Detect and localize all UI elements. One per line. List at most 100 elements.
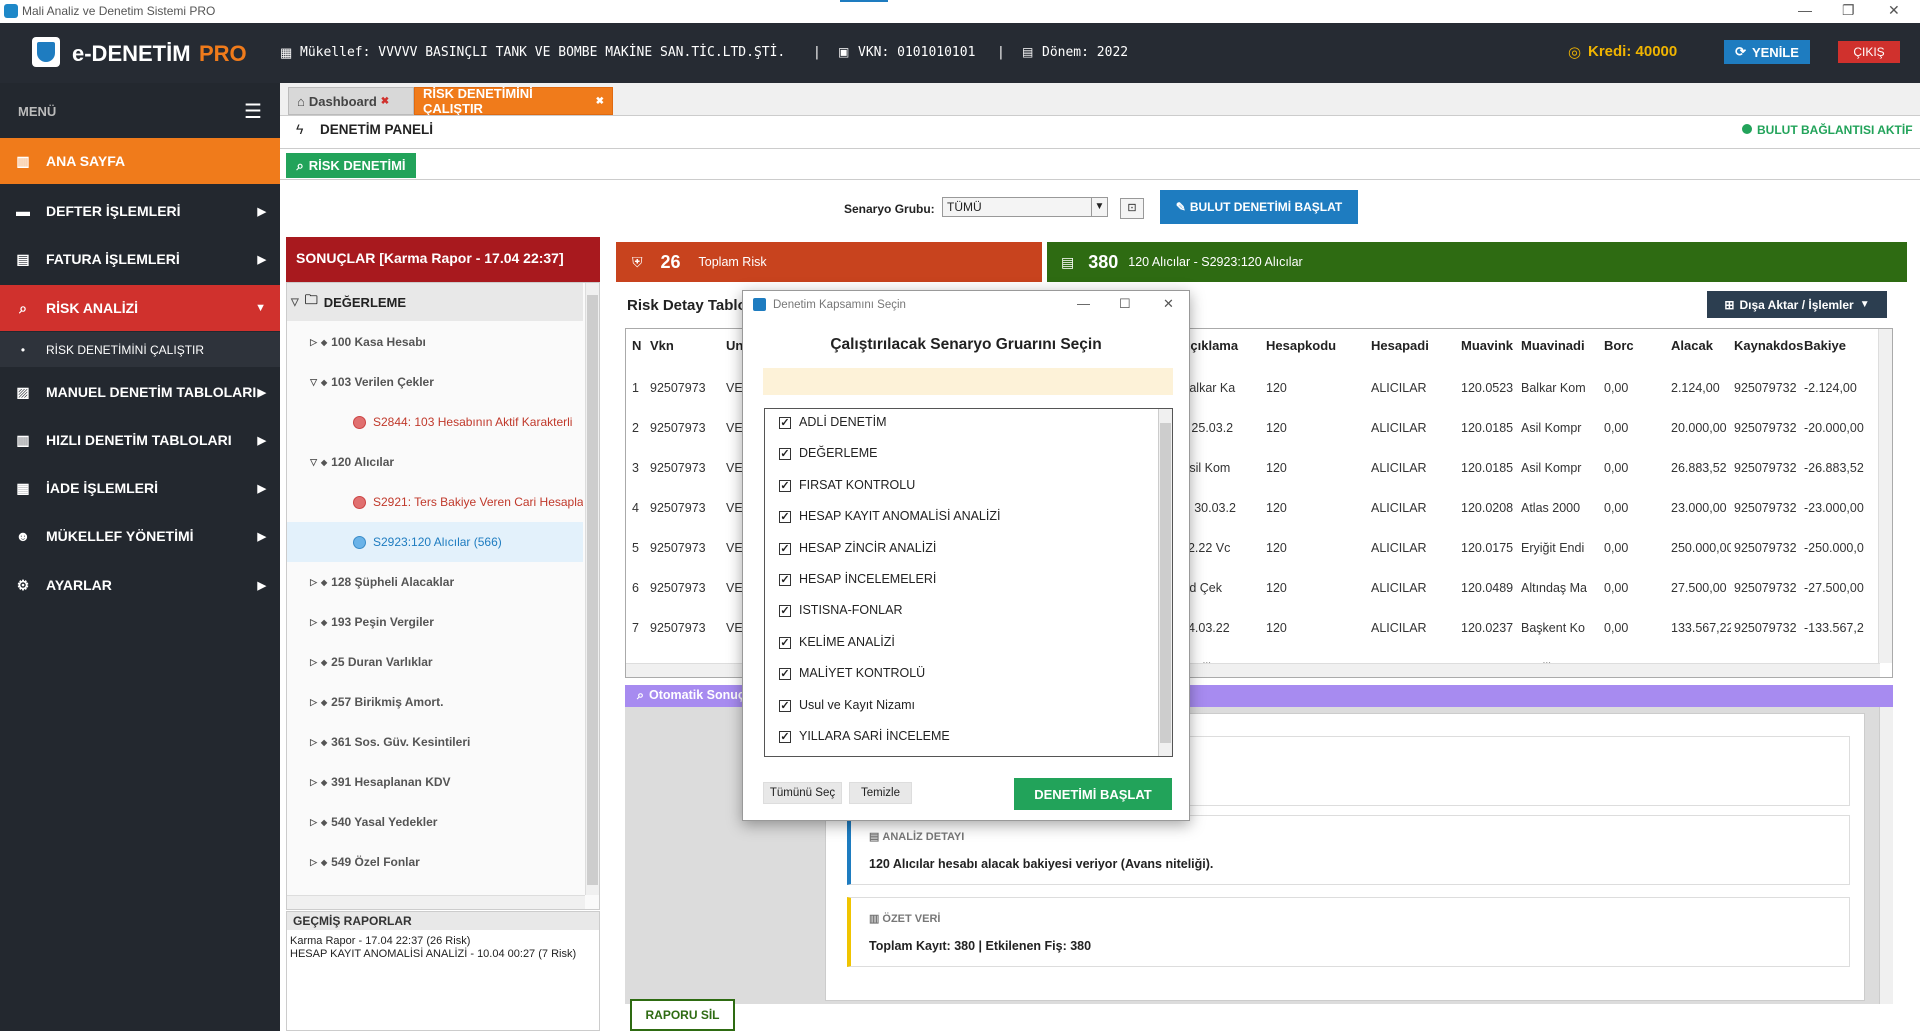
bullet-icon: ◆ <box>321 377 328 387</box>
tree-node[interactable]: ▷ ◆ 100 Kasa Hesabı <box>287 322 583 362</box>
sidebar-item-refund[interactable]: ▦ İADE İŞLEMLERİ ▶ <box>0 466 280 510</box>
bullet-icon: ◆ <box>321 337 328 347</box>
scenario-checkbox-item[interactable]: ✓ FIRSAT KONTROLU <box>779 478 915 492</box>
delete-report-button[interactable]: RAPORU SİL <box>630 999 735 1031</box>
tab-risk-audit[interactable]: ⌕ RİSK DENETİMİ <box>286 153 416 178</box>
select-all-button[interactable]: Tümünü Seç <box>763 782 842 804</box>
scenario-checkbox-item[interactable]: ✓ KELİME ANALİZİ <box>779 635 895 649</box>
sidebar-item-quick-tables[interactable]: ▥ HIZLI DENETİM TABLOLARI ▶ <box>0 418 280 462</box>
tab-close-icon[interactable]: ✖ <box>596 96 604 107</box>
sidebar-item-settings[interactable]: ⚙ AYARLAR ▶ <box>0 563 280 607</box>
search-icon: ⌕ <box>296 157 304 173</box>
checkbox-checked-icon[interactable]: ✓ <box>779 542 791 555</box>
tree-node[interactable]: ▷ ◆ 391 Hesaplanan KDV <box>287 762 583 802</box>
exit-button[interactable]: ÇIKIŞ <box>1838 41 1900 63</box>
checkbox-checked-icon[interactable]: ✓ <box>779 479 791 492</box>
checkbox-checked-icon[interactable]: ✓ <box>779 636 791 649</box>
settings-icon[interactable]: ⊡ <box>1120 198 1144 219</box>
tab-close-icon[interactable]: ✖ <box>381 96 389 107</box>
sidebar-item-home[interactable]: ▥ ANA SAYFA <box>0 138 280 184</box>
column-header[interactable]: Hesapkodu <box>1266 338 1336 353</box>
auto-vscrollbar[interactable] <box>1879 707 1893 1004</box>
tree-node[interactable]: ▽ ◆ 103 Verilen Çekler <box>287 362 583 402</box>
checklist-scrollbar[interactable] <box>1158 409 1172 756</box>
tree-root[interactable]: ▽ 🗀 DEĞERLEME <box>287 283 583 321</box>
tree-node[interactable]: ▷ ◆ 540 Yasal Yedekler <box>287 802 583 842</box>
table-cell: 26.883,52 <box>1671 461 1727 475</box>
tree-node[interactable]: ▷ ◆ 361 Sos. Güv. Kesintileri <box>287 722 583 762</box>
minimize-icon[interactable]: — <box>1077 296 1090 311</box>
start-cloud-audit-button[interactable]: ✎ BULUT DENETİMİ BAŞLAT <box>1160 190 1358 224</box>
tree-node[interactable]: ▷ ◆ 128 Şüpheli Alacaklar <box>287 562 583 602</box>
checkbox-checked-icon[interactable]: ✓ <box>779 605 791 618</box>
tree-node[interactable]: ▽ ◆ 120 Alıcılar <box>287 442 583 482</box>
sidebar-item-taxpayers[interactable]: ☻ MÜKELLEF YÖNETİMİ ▶ <box>0 514 280 558</box>
hamburger-icon[interactable]: ☰ <box>244 99 262 124</box>
column-header[interactable]: Hesapadi <box>1371 338 1429 353</box>
column-header[interactable]: Muavink <box>1461 338 1513 353</box>
tree-leaf-risk[interactable]: S2921: Ters Bakiye Veren Cari Hesaplar <box>287 482 583 522</box>
minimize-icon[interactable]: — <box>1798 2 1812 18</box>
history-item[interactable]: Karma Rapor - 17.04 22:37 (26 Risk) <box>287 930 599 947</box>
table-cell: 5 <box>632 541 639 555</box>
scenario-select[interactable]: TÜMÜ ▼ <box>942 197 1108 217</box>
column-header[interactable]: Bakiye <box>1804 338 1846 353</box>
close-icon[interactable]: ✕ <box>1163 296 1174 312</box>
table-vscrollbar[interactable] <box>1878 329 1892 663</box>
dropdown-arrow-icon[interactable]: ▼ <box>1091 198 1107 216</box>
column-header[interactable]: Un <box>726 338 743 353</box>
brand-pro: PRO <box>199 41 247 66</box>
tree-node[interactable]: ▷ ◆ 549 Özel Fonlar <box>287 842 583 882</box>
checkbox-checked-icon[interactable]: ✓ <box>779 699 791 712</box>
checkbox-checked-icon[interactable]: ✓ <box>779 417 791 429</box>
table-cell: 6 <box>632 581 639 595</box>
scenario-checkbox-item[interactable]: ✓ ISTISNA-FONLAR <box>779 603 903 618</box>
tree-node[interactable]: ▷ ◆ 257 Birikmiş Amort. <box>287 682 583 722</box>
sidebar-item-invoice[interactable]: ▤ FATURA İŞLEMLERİ ▶ <box>0 237 280 281</box>
sidebar-subitem-run-risk[interactable]: • RİSK DENETİMİNİ ÇALIŞTIR <box>0 332 280 367</box>
checkbox-checked-icon[interactable]: ✓ <box>779 731 791 743</box>
scenario-checkbox-item[interactable]: ✓ YILLARA SARİ İNCELEME <box>779 729 950 743</box>
column-header[interactable]: Vkn <box>650 338 674 353</box>
dialog-search-field[interactable] <box>763 368 1173 395</box>
refresh-button[interactable]: ⟳ YENİLE <box>1724 40 1810 64</box>
checkbox-checked-icon[interactable]: ✓ <box>779 448 791 461</box>
history-item[interactable]: HESAP KAYIT ANOMALİSİ ANALİZİ - 10.04 00… <box>287 947 599 960</box>
start-audit-button[interactable]: DENETİMİ BAŞLAT <box>1014 778 1172 810</box>
column-header[interactable]: Muavinadi <box>1521 338 1585 353</box>
tab-dashboard[interactable]: ⌂ Dashboard ✖ <box>288 87 414 115</box>
scenario-checkbox-item[interactable]: ✓ MALİYET KONTROLÜ <box>779 666 925 681</box>
tree-leaf-selected[interactable]: S2923:120 Alıcılar (566) <box>287 522 583 562</box>
column-header[interactable]: Kaynakdos <box>1734 338 1803 353</box>
sidebar-item-ledger[interactable]: ▬ DEFTER İŞLEMLERİ ▶ <box>0 189 280 233</box>
checkbox-checked-icon[interactable]: ✓ <box>779 668 791 681</box>
table-cell: 133.567,22 <box>1671 621 1731 635</box>
tree-node[interactable]: ▷ ◆ 193 Peşin Vergiler <box>287 602 583 642</box>
close-icon[interactable]: ✕ <box>1888 2 1900 19</box>
column-header[interactable]: Alacak <box>1671 338 1713 353</box>
sidebar-item-manual-tables[interactable]: ▨ MANUEL DENETİM TABLOLARI ▶ <box>0 370 280 414</box>
maximize-icon[interactable]: ❐ <box>1842 2 1855 19</box>
export-button[interactable]: ⊞ Dışa Aktar / İşlemler ▼ <box>1707 291 1887 318</box>
clear-button[interactable]: Temizle <box>849 782 912 804</box>
table-cell: 92507973 <box>650 461 706 475</box>
tree-vscrollbar[interactable] <box>585 283 599 895</box>
tab-run-risk[interactable]: RİSK DENETİMİNİ ÇALIŞTIR ✖ <box>414 86 613 116</box>
column-header[interactable]: Borc <box>1604 338 1634 353</box>
scenario-checkbox-item[interactable]: ✓ Usul ve Kayıt Nizamı <box>779 698 915 712</box>
column-header[interactable]: N <box>632 338 641 353</box>
tree-node[interactable]: ▷ ◆ 25 Duran Varlıklar <box>287 642 583 682</box>
sidebar-item-risk-analysis[interactable]: ⌕ RİSK ANALİZİ ▼ <box>0 285 280 331</box>
calendar-icon: ▤ <box>1022 45 1034 59</box>
scenario-checkbox-item[interactable]: ✓ DEĞERLEME <box>779 446 878 461</box>
refresh-icon: ⟳ <box>1735 44 1746 59</box>
maximize-icon[interactable]: ☐ <box>1119 296 1131 312</box>
scenario-checkbox-item[interactable]: ✓ HESAP ZİNCİR ANALİZİ <box>779 541 936 555</box>
checkbox-checked-icon[interactable]: ✓ <box>779 511 791 524</box>
scenario-checkbox-item[interactable]: ✓ ADLİ DENETİM <box>779 415 887 429</box>
tree-leaf-risk[interactable]: S2844: 103 Hesabının Aktif Karakterli <box>287 402 583 442</box>
checkbox-checked-icon[interactable]: ✓ <box>779 574 791 586</box>
scenario-checkbox-item[interactable]: ✓ HESAP KAYIT ANOMALİSİ ANALİZİ <box>779 509 1000 524</box>
tree-hscrollbar[interactable] <box>287 895 585 909</box>
scenario-checkbox-item[interactable]: ✓ HESAP İNCELEMELERİ <box>779 572 936 586</box>
